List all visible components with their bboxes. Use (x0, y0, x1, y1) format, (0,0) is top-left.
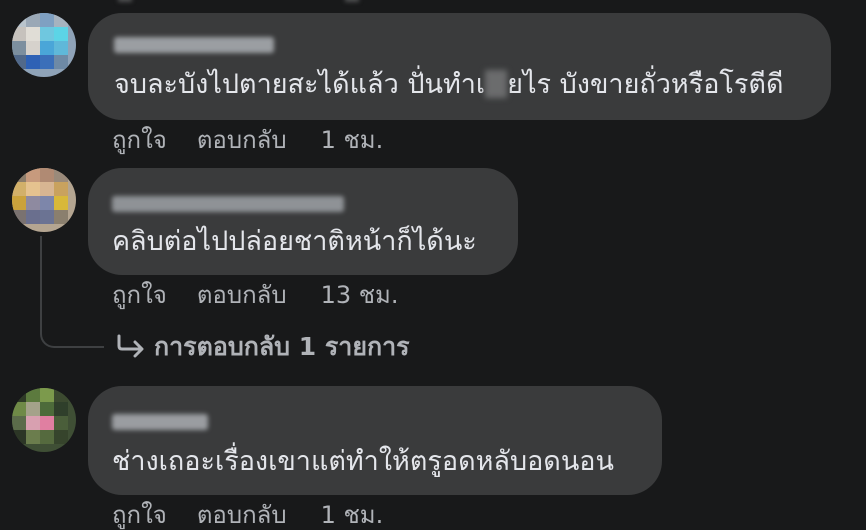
view-replies-link[interactable]: การตอบกลับ 1 รายการ (116, 330, 410, 364)
comment-text: คลิบต่อไปปล่อยชาติหน้าก็ได้นะ (112, 226, 477, 257)
comment-actions: ถูกใจ ตอบกลับ 1 ชม. (112, 500, 383, 530)
cutoff-element (345, 0, 359, 2)
author-name[interactable] (114, 37, 274, 53)
avatar[interactable] (12, 388, 76, 452)
cutoff-element (118, 0, 132, 2)
author-name[interactable] (112, 196, 344, 212)
comment-text: ช่างเถอะเรื่องเขาแต่ทำให้ตรูอดหลับอดนอน (112, 446, 614, 477)
avatar[interactable] (12, 168, 76, 232)
reply-button[interactable]: ตอบกลับ (197, 125, 287, 155)
comment-actions: ถูกใจ ตอบกลับ 1 ชม. (112, 125, 383, 155)
timestamp[interactable]: 13 ชม. (321, 280, 399, 310)
comment-text: จบละบังไปตายสะได้แล้ว ปั่นทำเ ยไร บังขายถ… (114, 67, 783, 103)
comments-section: จบละบังไปตายสะได้แล้ว ปั่นทำเ ยไร บังขายถ… (0, 0, 866, 530)
avatar[interactable] (12, 13, 76, 77)
like-button[interactable]: ถูกใจ (112, 125, 167, 155)
reply-button[interactable]: ตอบกลับ (197, 500, 287, 530)
like-button[interactable]: ถูกใจ (112, 500, 167, 530)
timestamp[interactable]: 1 ชม. (321, 125, 384, 155)
comment-text-part: จบละบังไปตายสะได้แล้ว ปั่นทำเ (114, 69, 486, 100)
reply-arrow-icon (117, 334, 144, 358)
censored-text (485, 69, 508, 98)
timestamp[interactable]: 1 ชม. (321, 500, 384, 530)
comment-bubble: คลิบต่อไปปล่อยชาติหน้าก็ได้นะ (88, 168, 518, 275)
reply-button[interactable]: ตอบกลับ (197, 280, 287, 310)
comment-bubble: จบละบังไปตายสะได้แล้ว ปั่นทำเ ยไร บังขายถ… (88, 13, 831, 120)
comment-actions: ถูกใจ ตอบกลับ 13 ชม. (112, 280, 398, 310)
comment-text-part: ยไร บังขายถั่วหรือโรตีดี (507, 69, 784, 100)
like-button[interactable]: ถูกใจ (112, 280, 167, 310)
author-name[interactable] (112, 414, 208, 430)
view-replies-label: การตอบกลับ 1 รายการ (154, 332, 410, 361)
comment-bubble: ช่างเถอะเรื่องเขาแต่ทำให้ตรูอดหลับอดนอน (88, 386, 662, 495)
